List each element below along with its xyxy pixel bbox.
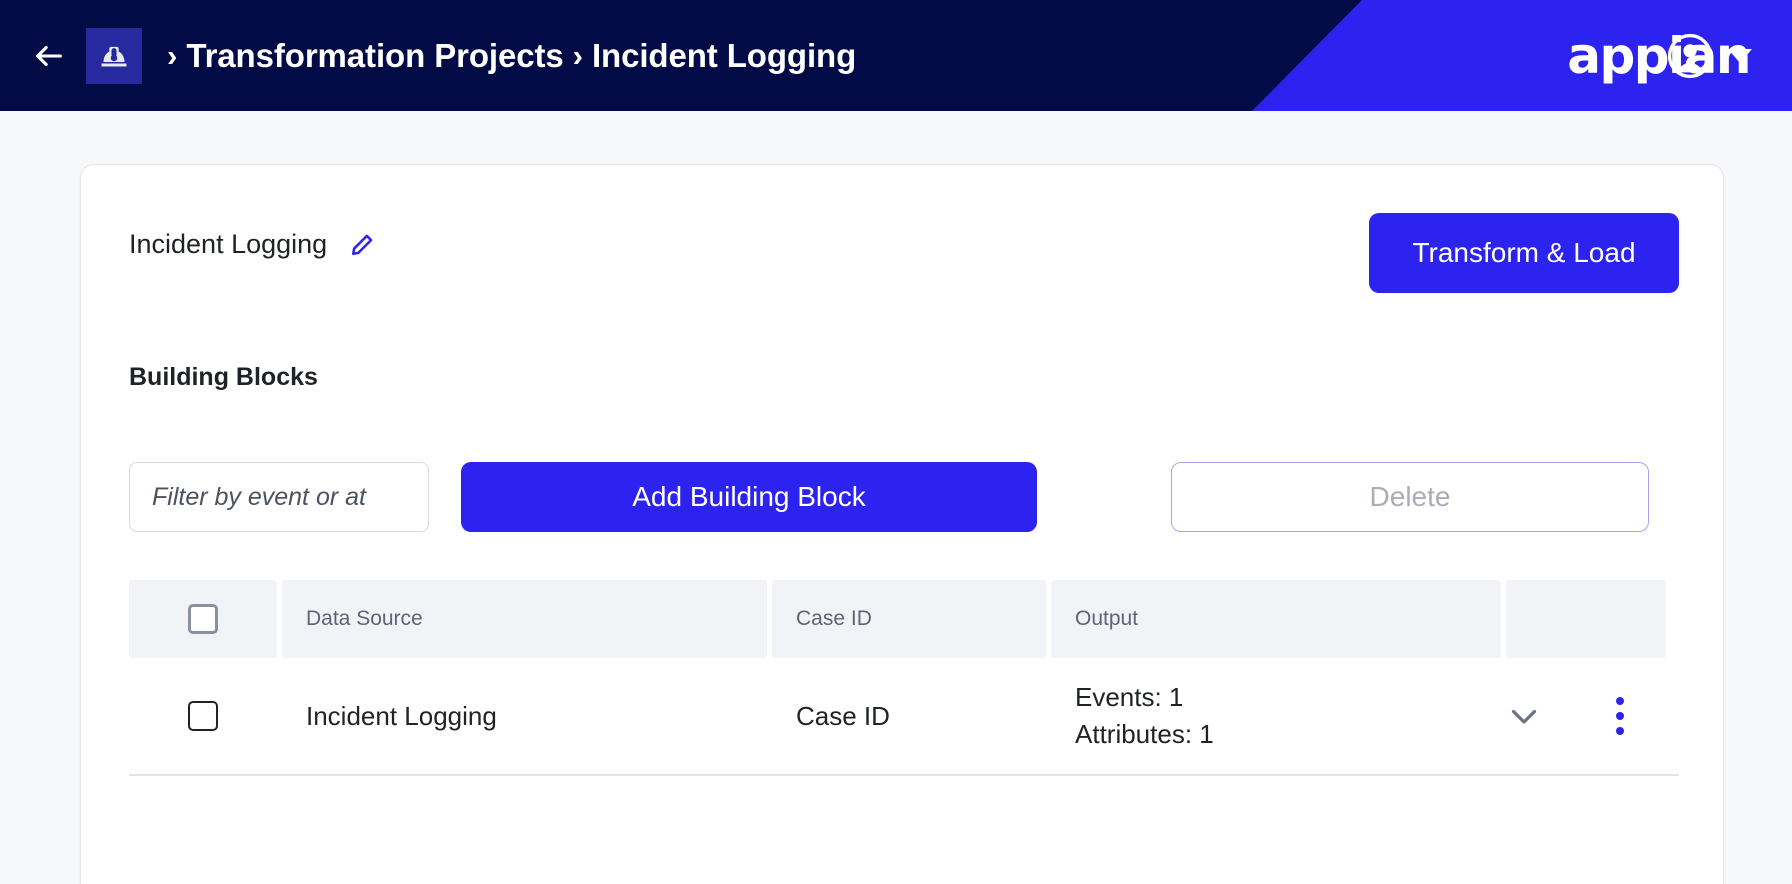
table-header-output: Output (1051, 580, 1501, 658)
add-building-block-button[interactable]: Add Building Block (461, 462, 1037, 532)
account-menu-button[interactable] (1666, 32, 1752, 80)
building-blocks-toolbar: Add Building Block Delete (129, 462, 1679, 532)
table-header-case-id: Case ID (772, 580, 1046, 658)
row-select-cell (129, 658, 277, 774)
breadcrumb-separator-2: › (572, 38, 583, 73)
pencil-icon[interactable] (349, 232, 375, 258)
cell-data-source: Incident Logging (306, 700, 497, 731)
back-button[interactable] (26, 33, 72, 79)
cell-case-id: Case ID (796, 700, 890, 731)
section-title-building-blocks: Building Blocks (129, 363, 318, 391)
topbar-right-group (1666, 0, 1792, 111)
card-header: Incident Logging Transform & Load (129, 213, 1679, 293)
output-events-count: Events: 1 (1075, 682, 1184, 713)
hard-hat-icon (101, 46, 127, 66)
user-circle-icon (1667, 33, 1713, 78)
breadcrumb-separator-1: › (167, 38, 178, 73)
table-header-row: Data Source Case ID Output (129, 580, 1679, 658)
cell-actions (1506, 658, 1666, 774)
building-blocks-card: Incident Logging Transform & Load Buildi… (80, 164, 1724, 884)
kebab-menu-icon[interactable] (1612, 693, 1628, 739)
transform-and-load-button[interactable]: Transform & Load (1369, 213, 1679, 293)
filter-input[interactable] (129, 462, 429, 532)
delete-button[interactable]: Delete (1171, 462, 1649, 532)
breadcrumb: › Transformation Projects › Incident Log… (158, 39, 856, 72)
page-title: Incident Logging (129, 229, 328, 259)
chevron-down-icon (1728, 48, 1752, 63)
top-navigation-bar: › Transformation Projects › Incident Log… (0, 0, 1792, 111)
row-checkbox[interactable] (188, 701, 218, 731)
building-blocks-table: Data Source Case ID Output Incident Logg… (129, 580, 1679, 776)
card-title-row: Incident Logging (129, 213, 375, 258)
select-all-checkbox[interactable] (188, 604, 218, 634)
table-header-actions (1506, 580, 1666, 658)
chevron-down-icon[interactable] (1506, 698, 1542, 734)
table-header-select-all (129, 580, 277, 658)
breadcrumb-item-transformation-projects[interactable]: Transformation Projects (186, 39, 563, 72)
breadcrumb-item-incident-logging[interactable]: Incident Logging (592, 39, 856, 72)
page-body: Incident Logging Transform & Load Buildi… (0, 111, 1792, 884)
table-row: Incident Logging Case ID Events: 1 Attri… (129, 658, 1679, 776)
output-attributes-count: Attributes: 1 (1075, 718, 1214, 749)
cell-output: Events: 1 Attributes: 1 (1051, 658, 1501, 774)
arrow-left-icon (36, 45, 62, 66)
app-home-button[interactable] (86, 27, 142, 84)
topbar-left-group: › Transformation Projects › Incident Log… (0, 0, 856, 111)
table-header-data-source: Data Source (282, 580, 767, 658)
